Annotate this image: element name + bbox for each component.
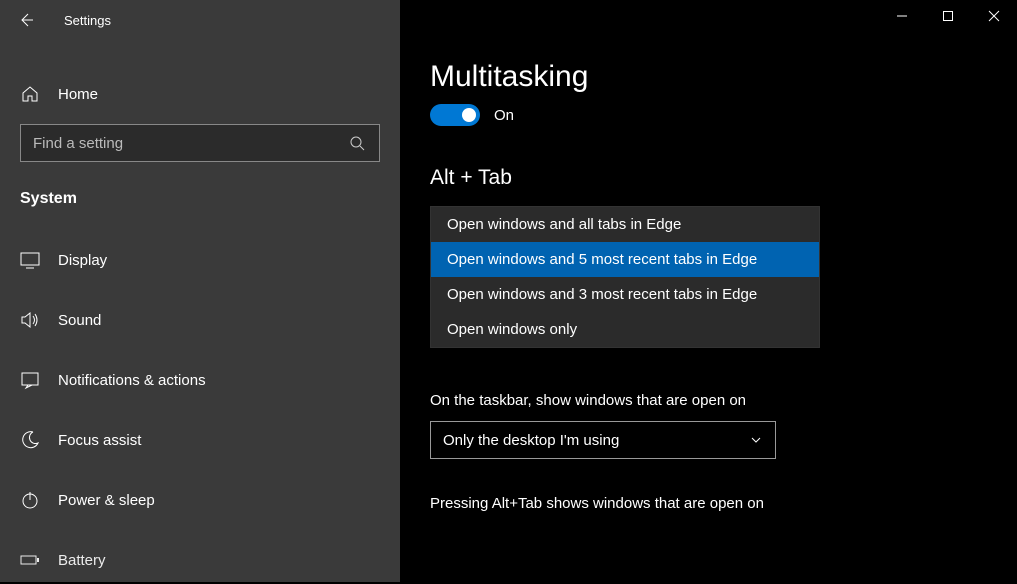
search-input[interactable] (33, 135, 347, 152)
sound-icon (20, 310, 40, 330)
toggle-knob (462, 108, 476, 122)
moon-icon (20, 430, 40, 450)
nav-label: Power & sleep (58, 492, 155, 509)
alt-tab-heading: Alt + Tab (430, 166, 987, 190)
nav-power-sleep[interactable]: Power & sleep (0, 476, 400, 524)
arrow-left-icon (16, 10, 36, 30)
taskbar-windows-label: On the taskbar, show windows that are op… (430, 392, 987, 409)
main-panel: Multitasking On Alt + Tab Open windows a… (400, 0, 1017, 582)
alt-tab-dropdown-open[interactable]: Open windows and all tabs in Edge Open w… (430, 206, 820, 348)
maximize-button[interactable] (925, 0, 971, 32)
nav-battery[interactable]: Battery (0, 536, 400, 584)
nav-home[interactable]: Home (0, 70, 400, 118)
multitasking-toggle[interactable] (430, 104, 480, 126)
category-title: System (0, 162, 400, 224)
nav-label: Display (58, 252, 107, 269)
window-controls (879, 0, 1017, 32)
alttab-windows-label: Pressing Alt+Tab shows windows that are … (430, 495, 987, 512)
alt-tab-option[interactable]: Open windows and 5 most recent tabs in E… (431, 242, 819, 277)
alt-tab-option[interactable]: Open windows and all tabs in Edge (431, 207, 819, 242)
nav-home-label: Home (58, 86, 98, 103)
power-icon (20, 490, 40, 510)
multitasking-toggle-row: On (430, 104, 987, 126)
app-title: Settings (64, 13, 111, 28)
titlebar: Settings (0, 0, 400, 40)
notifications-icon (20, 370, 40, 390)
nav-label: Focus assist (58, 432, 141, 449)
search-icon (347, 133, 367, 153)
nav-notifications[interactable]: Notifications & actions (0, 356, 400, 404)
sidebar: Settings Home System Display Sound Notif… (0, 0, 400, 582)
display-icon (20, 250, 40, 270)
search-box[interactable] (20, 124, 380, 162)
nav-label: Sound (58, 312, 101, 329)
minimize-button[interactable] (879, 0, 925, 32)
dropdown-value: Only the desktop I'm using (443, 432, 619, 449)
alt-tab-option[interactable]: Open windows and 3 most recent tabs in E… (431, 277, 819, 312)
nav-label: Notifications & actions (58, 372, 206, 389)
nav-focus-assist[interactable]: Focus assist (0, 416, 400, 464)
back-button[interactable] (12, 6, 40, 34)
page-title: Multitasking (430, 60, 987, 94)
close-button[interactable] (971, 0, 1017, 32)
search-wrap (0, 124, 400, 162)
home-icon (20, 84, 40, 104)
alt-tab-option[interactable]: Open windows only (431, 312, 819, 347)
chevron-down-icon (749, 433, 763, 447)
toggle-state-label: On (494, 107, 514, 124)
nav-sound[interactable]: Sound (0, 296, 400, 344)
nav-display[interactable]: Display (0, 236, 400, 284)
content: Multitasking On Alt + Tab Open windows a… (400, 0, 1017, 512)
taskbar-windows-dropdown[interactable]: Only the desktop I'm using (430, 421, 776, 459)
nav-label: Battery (58, 552, 106, 569)
battery-icon (20, 550, 40, 570)
